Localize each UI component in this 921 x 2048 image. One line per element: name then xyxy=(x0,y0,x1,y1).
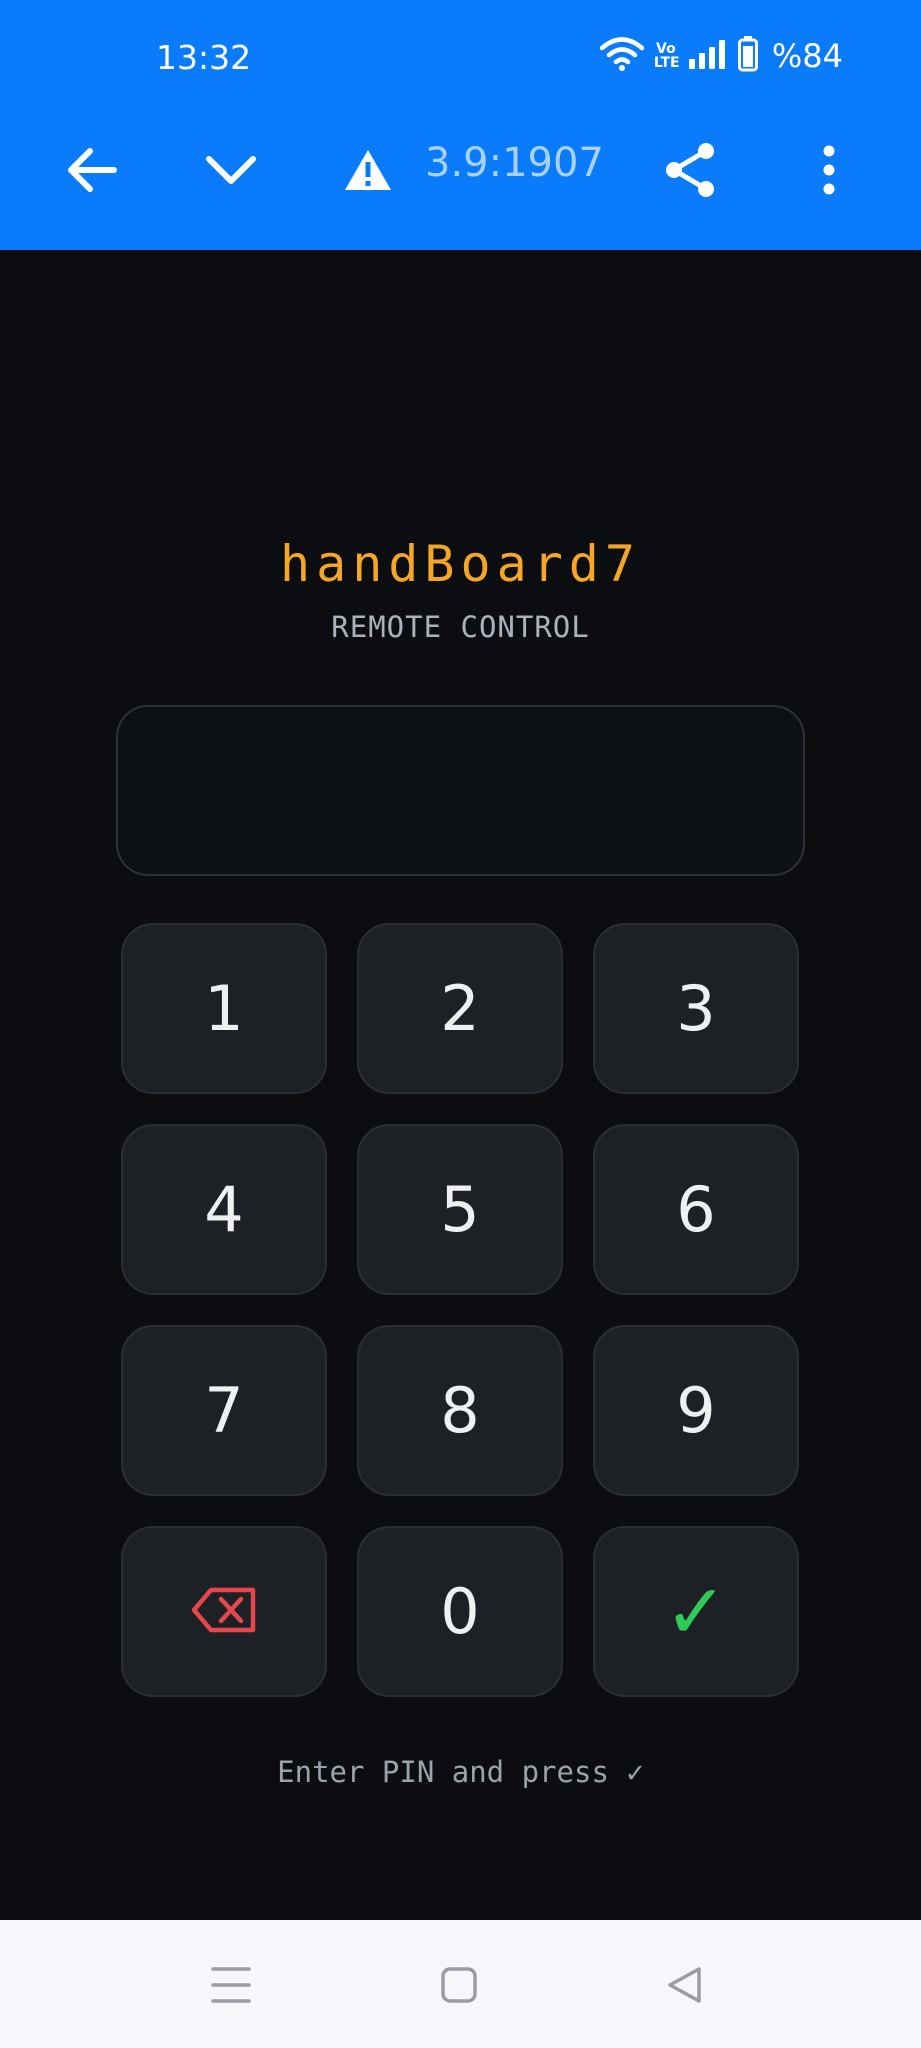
key-0[interactable]: 0 xyxy=(357,1526,563,1697)
confirm-button[interactable]: ✓ xyxy=(593,1526,799,1697)
key-3[interactable]: 3 xyxy=(593,923,799,1094)
key-1[interactable]: 1 xyxy=(121,923,327,1094)
more-vert-icon[interactable] xyxy=(789,130,869,210)
pin-screen: handBoard7 REMOTE CONTROL 1 2 3 4 5 6 7 … xyxy=(0,250,921,1920)
pin-display-field[interactable] xyxy=(116,705,805,876)
key-5[interactable]: 5 xyxy=(357,1124,563,1295)
browser-controls: 3.9:1907 xyxy=(0,130,921,210)
battery-icon xyxy=(737,36,758,76)
key-2[interactable]: 2 xyxy=(357,923,563,1094)
status-bar: 13:32 Vo LTE %84 xyxy=(0,0,921,115)
backspace-button[interactable] xyxy=(121,1526,327,1697)
signal-icon xyxy=(688,39,728,73)
status-time: 13:32 xyxy=(156,38,252,77)
key-9[interactable]: 9 xyxy=(593,1325,799,1496)
app-title: handBoard7 xyxy=(279,535,642,593)
warning-icon[interactable] xyxy=(328,130,408,210)
key-8[interactable]: 8 xyxy=(357,1325,563,1496)
backspace-icon xyxy=(191,1575,257,1648)
back-icon[interactable] xyxy=(650,1950,720,2020)
key-6[interactable]: 6 xyxy=(593,1124,799,1295)
status-icons: Vo LTE %84 xyxy=(599,36,843,76)
system-nav-bar xyxy=(0,1920,921,2048)
home-icon[interactable] xyxy=(424,1950,494,2020)
key-7[interactable]: 7 xyxy=(121,1325,327,1496)
app-subtitle: REMOTE CONTROL xyxy=(331,610,590,644)
chevron-down-icon[interactable] xyxy=(191,130,271,210)
volte-label: Vo LTE xyxy=(653,41,680,71)
back-arrow-icon[interactable] xyxy=(52,130,132,210)
share-icon[interactable] xyxy=(650,130,730,210)
recents-icon[interactable] xyxy=(196,1950,266,2020)
instruction-text: Enter PIN and press ✓ xyxy=(277,1755,644,1789)
url-text: 3.9:1907 xyxy=(425,140,604,186)
key-4[interactable]: 4 xyxy=(121,1124,327,1295)
battery-percent: %84 xyxy=(771,37,843,75)
keypad: 1 2 3 4 5 6 7 8 9 0 ✓ xyxy=(121,923,800,1697)
url-field[interactable]: 3.9:1907 xyxy=(425,140,615,200)
browser-toolbar: 13:32 Vo LTE %84 3.9:1907 xyxy=(0,0,921,250)
wifi-icon xyxy=(599,37,645,75)
